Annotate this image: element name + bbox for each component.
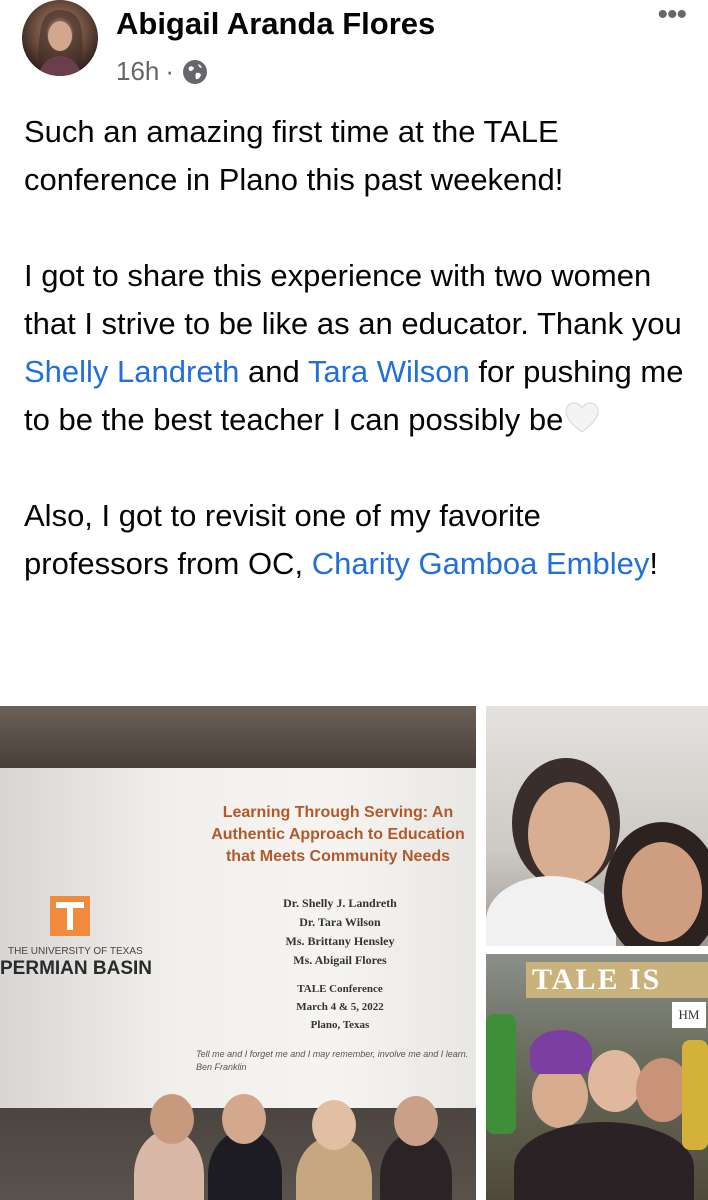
mention-link-tara-wilson[interactable]: Tara Wilson [308,354,470,389]
mention-link-charity-gamboa-embley[interactable]: Charity Gamboa Embley [312,546,650,581]
person-head [394,1096,438,1146]
photo-selfie[interactable] [486,706,708,946]
person-head [150,1094,194,1144]
conference-line: March 4 & 5, 2022 [296,1001,384,1013]
person-figure [514,1122,694,1200]
white-heart-icon [564,400,600,433]
post-paragraph-3: Also, I got to revisit one of my favorit… [24,492,684,588]
mention-link-shelly-landreth[interactable]: Shelly Landreth [24,354,239,389]
tale-sign: TALE IS [526,962,708,998]
conference-line: TALE Conference [297,983,383,995]
paragraph-text: I got to share this experience with two … [24,258,682,341]
slide-quote: Tell me and I forget me and I may rememb… [196,1049,469,1072]
presenter-name: Dr. Tara Wilson [299,915,381,929]
post-time[interactable]: 16h [116,56,159,87]
photo-grid: THE UNIVERSITY OF TEXAS PERMIAN BASIN Le… [0,706,708,1200]
party-hat-icon [530,1030,592,1074]
beads-decoration [682,1040,708,1150]
slide-title: Learning Through Serving: An Authentic A… [211,804,465,865]
paragraph-text: Such an amazing first time at the TALE c… [24,114,564,197]
person-head [588,1050,642,1112]
presenter-name: Ms. Brittany Hensley [285,934,395,948]
more-options-icon[interactable]: ••• [657,0,686,30]
person-head [222,1094,266,1144]
photo-presentation[interactable]: THE UNIVERSITY OF TEXAS PERMIAN BASIN Le… [0,706,476,1200]
person-head [312,1100,356,1150]
beads-decoration [486,1014,516,1134]
person-head [528,782,610,886]
post-paragraph-1: Such an amazing first time at the TALE c… [24,108,684,204]
post-meta: 16h · [116,56,208,87]
projector-screen: THE UNIVERSITY OF TEXAS PERMIAN BASIN Le… [0,768,476,1108]
conference-line: Plano, Texas [310,1019,370,1031]
post-paragraph-2: I got to share this experience with two … [24,252,684,444]
person-head [622,842,702,942]
person-figure [486,876,616,946]
presenter-name: Dr. Shelly J. Landreth [283,896,397,910]
post-header: Abigail Aranda Flores 16h · ••• [0,0,708,100]
photo-mardi-gras-frame[interactable]: TALE IS HM [486,954,708,1200]
slide-conference: TALE Conference March 4 & 5, 2022 Plano,… [250,980,430,1034]
meta-separator: · [165,56,175,86]
globe-icon [182,59,208,85]
post-body: Such an amazing first time at the TALE c… [24,108,684,636]
paragraph-text: and [239,354,308,389]
utpb-logo-icon [50,896,90,936]
university-label: THE UNIVERSITY OF TEXAS [8,946,143,957]
paragraph-text: ! [649,546,658,581]
author-avatar[interactable] [22,0,98,76]
presenter-name: Ms. Abigail Flores [293,953,387,967]
hm-badge: HM [672,1002,706,1028]
author-name[interactable]: Abigail Aranda Flores [116,6,435,42]
slide-presenters: Dr. Shelly J. Landreth Dr. Tara Wilson M… [240,894,440,970]
university-name: PERMIAN BASIN [0,958,153,979]
